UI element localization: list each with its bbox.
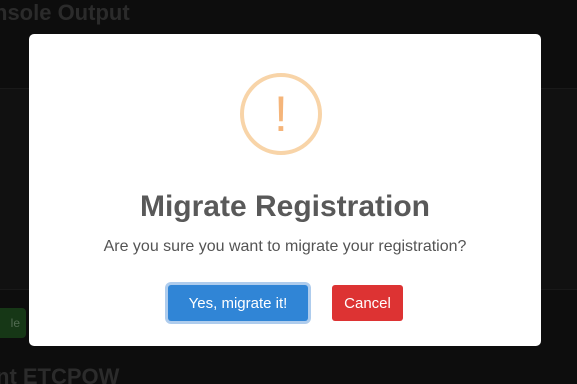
confirm-dialog: ! Migrate Registration Are you sure you … [29, 34, 541, 346]
dialog-message: Are you sure you want to migrate your re… [103, 238, 467, 255]
confirm-migrate-button[interactable]: Yes, migrate it! [168, 285, 308, 321]
cancel-button[interactable]: Cancel [332, 285, 403, 321]
page: nsole Output le nt ETCPOW ! Migrate Regi… [0, 0, 577, 384]
warning-icon: ! [240, 73, 322, 155]
dialog-title: Migrate Registration [139, 190, 431, 223]
